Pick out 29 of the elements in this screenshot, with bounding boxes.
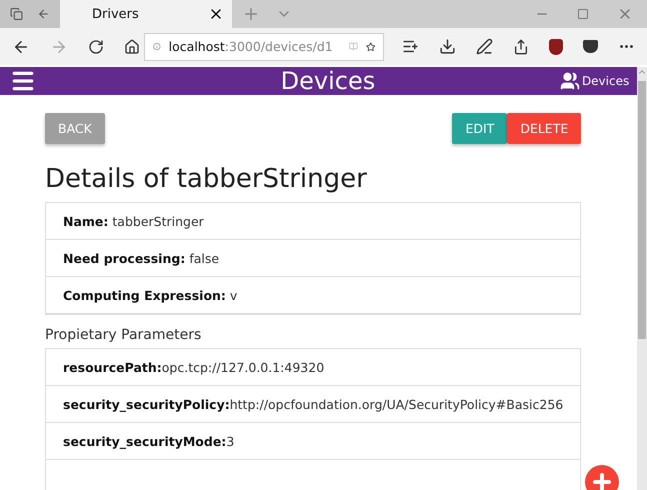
section-title: Propietary Parameters: [45, 327, 202, 343]
browser-tab[interactable]: Drivers: [60, 0, 232, 28]
plus-icon: [590, 470, 614, 490]
tabs-icon[interactable]: [10, 7, 23, 21]
detail-text: security_securityMode:3: [63, 434, 234, 448]
detail-text: Computing Expression: v: [63, 288, 238, 302]
add-button[interactable]: [585, 465, 619, 490]
detail-text: Name: tabberStringer: [63, 214, 204, 228]
share-icon[interactable]: [513, 38, 529, 54]
download-icon[interactable]: [439, 38, 456, 55]
pen-icon[interactable]: [476, 38, 493, 55]
address-bar[interactable]: localhost:3000/devices/d1: [144, 32, 384, 60]
shield-icon[interactable]: [549, 38, 563, 54]
detail-text: resourcePath:opc.tcp://127.0.0.1:49320: [63, 360, 324, 374]
scrollbar[interactable]: [637, 67, 647, 490]
page-heading: Details of tabberStringer: [45, 164, 368, 194]
detail-text: security_securityPolicy:http://opcfoundation.org/UA/SecurityPolicy#Basic256: [63, 396, 564, 412]
detail-text: Need processing: false: [63, 250, 220, 266]
home-icon[interactable]: [124, 38, 140, 54]
devices-link[interactable]: Devices: [560, 71, 630, 91]
maximize-icon[interactable]: [577, 8, 589, 20]
url-text: localhost:3000/devices/d1: [168, 39, 333, 54]
refresh-icon[interactable]: [88, 38, 104, 54]
favorites-icon[interactable]: [402, 38, 419, 55]
info-icon[interactable]: [153, 40, 161, 53]
users-icon: [560, 71, 580, 91]
app-title: Devices: [280, 67, 376, 95]
delete-button[interactable]: DELETE: [507, 113, 582, 144]
tab-title: Drivers: [92, 6, 139, 22]
